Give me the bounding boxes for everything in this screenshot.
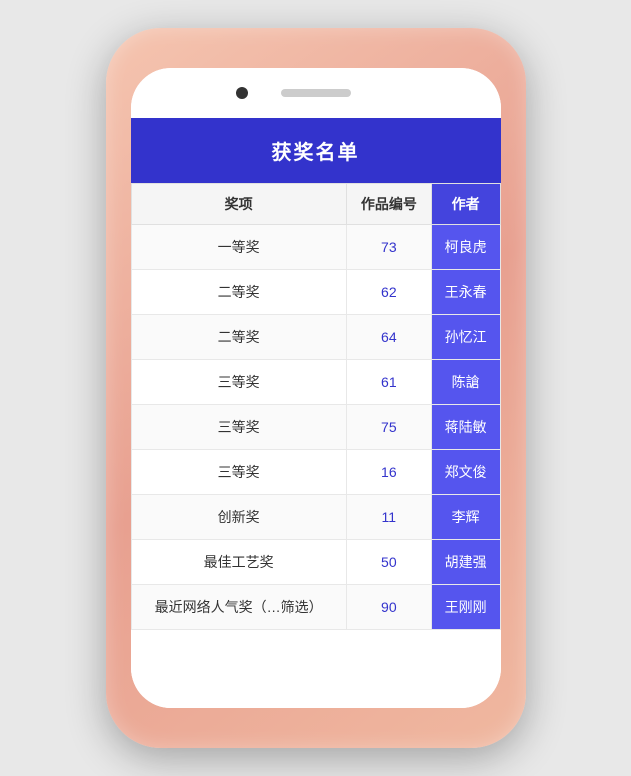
cell-author: 柯良虎 <box>431 225 500 270</box>
table-row: 三等奖75蒋陆敏 <box>131 405 500 450</box>
table-row: 三等奖61陈謒 <box>131 360 500 405</box>
col-header-workid: 作品编号 <box>346 184 431 225</box>
cell-workid: 50 <box>346 540 431 585</box>
cell-award: 二等奖 <box>131 270 346 315</box>
cell-award: 二等奖 <box>131 315 346 360</box>
table-row: 三等奖16郑文俊 <box>131 450 500 495</box>
table-row: 创新奖11李辉 <box>131 495 500 540</box>
cell-author: 王刚刚 <box>431 585 500 630</box>
cell-award: 三等奖 <box>131 360 346 405</box>
table-title: 获奖名单 <box>131 118 501 183</box>
cell-workid: 75 <box>346 405 431 450</box>
cell-workid: 16 <box>346 450 431 495</box>
cell-author: 胡建强 <box>431 540 500 585</box>
table-header-row: 奖项 作品编号 作者 <box>131 184 500 225</box>
cell-award: 一等奖 <box>131 225 346 270</box>
phone-frame: 获奖名单 奖项 作品编号 作者 一等奖73柯良虎二等奖62王永春二等奖64孙忆江… <box>106 28 526 748</box>
table-row: 二等奖64孙忆江 <box>131 315 500 360</box>
table-row: 最佳工艺奖50胡建强 <box>131 540 500 585</box>
awards-table: 奖项 作品编号 作者 一等奖73柯良虎二等奖62王永春二等奖64孙忆江三等奖61… <box>131 183 501 630</box>
cell-award: 最佳工艺奖 <box>131 540 346 585</box>
phone-bottom-bar <box>131 678 501 708</box>
cell-author: 陈謒 <box>431 360 500 405</box>
table-row: 最近网络人气奖（…筛选）90王刚刚 <box>131 585 500 630</box>
cell-workid: 61 <box>346 360 431 405</box>
cell-workid: 64 <box>346 315 431 360</box>
cell-author: 李辉 <box>431 495 500 540</box>
col-header-author: 作者 <box>431 184 500 225</box>
cell-author: 孙忆江 <box>431 315 500 360</box>
cell-award: 三等奖 <box>131 405 346 450</box>
screen-content[interactable]: 获奖名单 奖项 作品编号 作者 一等奖73柯良虎二等奖62王永春二等奖64孙忆江… <box>131 118 501 678</box>
cell-award: 创新奖 <box>131 495 346 540</box>
col-header-award: 奖项 <box>131 184 346 225</box>
speaker <box>281 89 351 97</box>
phone-screen: 获奖名单 奖项 作品编号 作者 一等奖73柯良虎二等奖62王永春二等奖64孙忆江… <box>131 68 501 708</box>
phone-top-bar <box>131 68 501 118</box>
cell-workid: 90 <box>346 585 431 630</box>
cell-workid: 62 <box>346 270 431 315</box>
cell-award: 三等奖 <box>131 450 346 495</box>
cell-workid: 11 <box>346 495 431 540</box>
cell-author: 王永春 <box>431 270 500 315</box>
camera-icon <box>236 87 248 99</box>
cell-author: 郑文俊 <box>431 450 500 495</box>
table-row: 一等奖73柯良虎 <box>131 225 500 270</box>
cell-author: 蒋陆敏 <box>431 405 500 450</box>
cell-workid: 73 <box>346 225 431 270</box>
cell-award: 最近网络人气奖（…筛选） <box>131 585 346 630</box>
table-row: 二等奖62王永春 <box>131 270 500 315</box>
